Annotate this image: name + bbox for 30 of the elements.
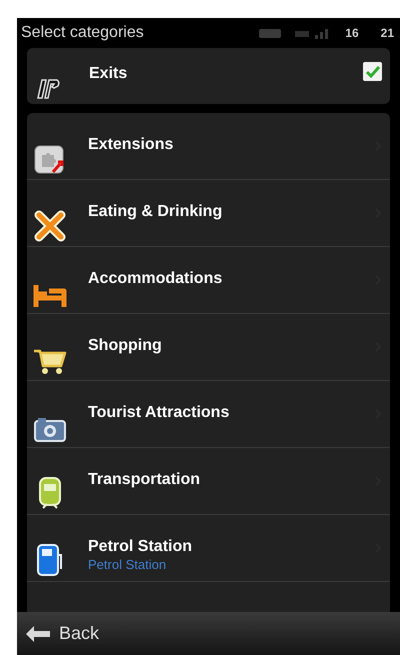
list-row[interactable]: Transportation xyxy=(27,448,390,515)
status-value: 21 xyxy=(380,25,394,42)
checkbox[interactable] xyxy=(363,62,382,81)
fuel-pump-icon xyxy=(36,543,64,577)
signal-icon xyxy=(295,27,330,39)
puzzle-wrench-icon xyxy=(34,143,66,175)
category-label: Shopping xyxy=(88,336,163,356)
list-row[interactable]: Shopping xyxy=(27,314,390,381)
back-button[interactable]: Back xyxy=(25,620,100,647)
cutlery-icon xyxy=(34,210,66,242)
battery-icon xyxy=(259,28,282,38)
list-row[interactable]: Accommodations xyxy=(27,247,390,314)
category-label: Transportation xyxy=(88,470,202,490)
back-arrow-icon xyxy=(25,624,51,642)
category-label: Extensions xyxy=(88,135,174,155)
category-label: Exits xyxy=(89,64,128,84)
category-label: Petrol Station xyxy=(88,537,194,557)
category-sublabel: Petrol Station xyxy=(88,557,168,573)
camera-icon xyxy=(33,415,67,443)
list-row[interactable]: Eating & Drinking xyxy=(27,180,390,247)
train-icon xyxy=(37,476,63,510)
list-row[interactable]: Extensions xyxy=(27,113,390,180)
list-row[interactable]: Tourist Attractions xyxy=(27,381,390,448)
category-label: Tourist Attractions xyxy=(88,403,230,423)
exits-row[interactable]: Exits xyxy=(27,48,390,104)
category-label: Eating & Drinking xyxy=(88,202,224,222)
checkmark-icon xyxy=(366,66,380,78)
screen-title: Select categories xyxy=(21,23,144,43)
status-value: 16 xyxy=(345,25,359,42)
category-label: Accommodations xyxy=(88,269,224,289)
